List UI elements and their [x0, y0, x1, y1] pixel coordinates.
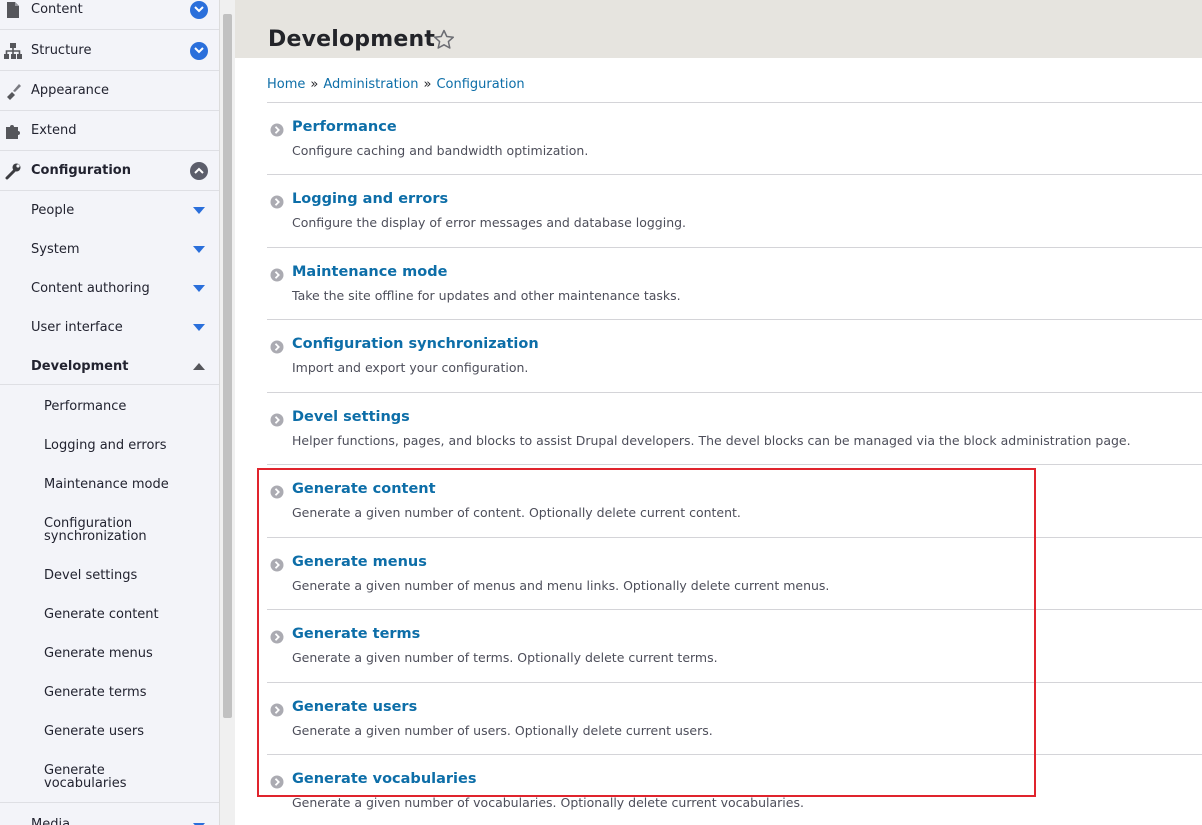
caret-down-icon[interactable]: [193, 203, 205, 218]
sidebar-item-extend[interactable]: Extend: [0, 111, 219, 151]
star-icon[interactable]: [433, 29, 455, 54]
sidebar-item-people[interactable]: People: [0, 191, 219, 230]
caret-down-icon[interactable]: [193, 819, 205, 825]
sidebar-leaf-generate-menus[interactable]: Generate menus: [44, 647, 214, 660]
arrow-right-icon: [270, 412, 284, 431]
sidebar-item-development[interactable]: Development: [0, 347, 219, 386]
sidebar-leaf-generate-content[interactable]: Generate content: [44, 608, 214, 621]
sidebar-item-label: Media: [31, 817, 71, 825]
divider: [267, 464, 1202, 465]
sidebar-leaf-devel-settings[interactable]: Devel settings: [44, 569, 214, 582]
sidebar-item-label: Content: [31, 2, 83, 17]
scrollbar-thumb[interactable]: [223, 14, 232, 718]
sidebar-item-label: Extend: [31, 123, 77, 138]
entry-title-link[interactable]: Configuration synchronization: [292, 336, 539, 352]
document-icon: [3, 0, 23, 20]
breadcrumb: Home » Administration » Configuration: [267, 77, 525, 92]
entry-description: Generate a given number of vocabularies.…: [292, 795, 804, 810]
wrench-icon: [3, 161, 23, 181]
caret-up-icon[interactable]: [193, 359, 205, 374]
highlight-box: [257, 468, 1036, 797]
sitemap-icon: [3, 41, 23, 61]
sidebar-item-label: Appearance: [31, 83, 110, 98]
sidebar-leaf-configuration-synchronization[interactable]: Configuration synchronization: [44, 517, 154, 543]
chevron-down-icon[interactable]: [190, 0, 208, 19]
page-header: Development: [235, 0, 1202, 58]
sidebar-leaf-generate-vocabularies[interactable]: Generate vocabularies: [44, 764, 134, 790]
breadcrumb-separator: »: [310, 77, 319, 92]
chevron-down-icon[interactable]: [190, 41, 208, 60]
sidebar-scrollbar[interactable]: [219, 0, 235, 825]
sidebar-item-label: People: [31, 203, 75, 218]
entry-description: Configure caching and bandwidth optimiza…: [292, 143, 589, 158]
page-title: Development: [268, 27, 436, 52]
sidebar-item-appearance[interactable]: Appearance: [0, 71, 219, 111]
sidebar-item-structure[interactable]: Structure: [0, 31, 219, 71]
arrow-right-icon: [270, 194, 284, 213]
entry-description: Import and export your configuration.: [292, 360, 529, 375]
sidebar-item-label: Content authoring: [31, 281, 150, 296]
divider: [267, 102, 1202, 103]
chevron-up-icon[interactable]: [190, 161, 208, 180]
divider: [267, 392, 1202, 393]
divider: [267, 319, 1202, 320]
arrow-right-icon: [270, 122, 284, 141]
divider: [267, 247, 1202, 248]
sidebar-item-label: Development: [31, 359, 129, 374]
entry-title-link[interactable]: Logging and errors: [292, 191, 448, 207]
puzzle-icon: [3, 121, 23, 141]
entry-title-link[interactable]: Maintenance mode: [292, 264, 447, 280]
sidebar-item-user-interface[interactable]: User interface: [0, 308, 219, 347]
sidebar-item-label: User interface: [31, 320, 123, 335]
sidebar-item-configuration[interactable]: Configuration: [0, 151, 219, 191]
breadcrumb-home[interactable]: Home: [267, 77, 305, 92]
caret-down-icon[interactable]: [193, 320, 205, 335]
admin-sidebar: Content Structure Appearance Extend Conf…: [0, 0, 219, 825]
sidebar-leaf-maintenance-mode[interactable]: Maintenance mode: [44, 478, 214, 491]
sidebar-leaf-generate-terms[interactable]: Generate terms: [44, 686, 214, 699]
entry-description: Configure the display of error messages …: [292, 215, 687, 230]
divider: [0, 384, 219, 385]
brush-icon: [3, 81, 23, 101]
caret-down-icon[interactable]: [193, 281, 205, 296]
entry-description: Helper functions, pages, and blocks to a…: [292, 433, 1131, 448]
sidebar-leaf-generate-users[interactable]: Generate users: [44, 725, 214, 738]
sidebar-item-label: Structure: [31, 43, 92, 58]
breadcrumb-separator: »: [423, 77, 432, 92]
entry-description: Take the site offline for updates and ot…: [292, 288, 681, 303]
breadcrumb-administration[interactable]: Administration: [323, 77, 418, 92]
entry-title-link[interactable]: Devel settings: [292, 409, 410, 425]
sidebar-leaf-logging-and-errors[interactable]: Logging and errors: [44, 439, 214, 452]
sidebar-item-label: System: [31, 242, 80, 257]
sidebar-item-content-authoring[interactable]: Content authoring: [0, 269, 219, 308]
sidebar-item-media[interactable]: Media: [0, 802, 219, 825]
sidebar-item-content[interactable]: Content: [0, 0, 219, 30]
caret-down-icon[interactable]: [193, 242, 205, 257]
arrow-right-icon: [270, 339, 284, 358]
divider: [267, 174, 1202, 175]
sidebar-item-system[interactable]: System: [0, 230, 219, 269]
arrow-right-icon: [270, 267, 284, 286]
sidebar-item-label: Configuration: [31, 163, 131, 178]
sidebar-leaf-performance[interactable]: Performance: [44, 400, 214, 413]
breadcrumb-configuration[interactable]: Configuration: [436, 77, 524, 92]
entry-title-link[interactable]: Performance: [292, 119, 397, 135]
